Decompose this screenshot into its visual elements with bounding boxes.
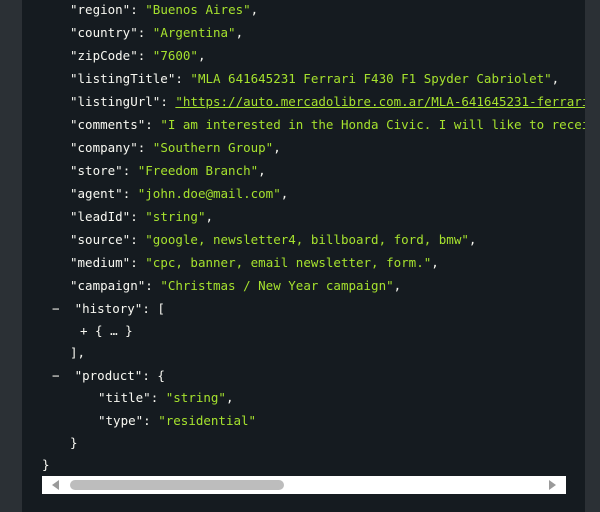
json-value: "MLA 641645231 Ferrari F430 F1 Spyder Ca… <box>190 71 552 86</box>
json-root-brace-close: } <box>42 457 50 472</box>
scroll-right-arrow-icon[interactable] <box>549 480 556 490</box>
json-value: "google, newsletter4, billboard, ford, b… <box>145 232 469 247</box>
json-line-root-close: } <box>42 456 50 474</box>
json-line-medium: "medium": "cpc, banner, email newsletter… <box>70 255 439 270</box>
json-line-campaign: "campaign": "Christmas / New Year campai… <box>70 278 402 293</box>
json-value: "7600" <box>152 48 198 63</box>
json-value: "Southern Group" <box>152 140 274 155</box>
json-value: "Christmas / New Year campaign" <box>160 278 394 293</box>
json-line-history: − "history": [ <box>52 301 165 316</box>
json-viewer: "region": "Buenos Aires", "country": "Ar… <box>22 0 585 512</box>
json-key: "title" <box>98 390 151 405</box>
listing-url-link[interactable]: "https://auto.mercadolibre.com.ar/MLA-64… <box>175 94 585 109</box>
json-key: "product" <box>74 368 143 383</box>
json-bracket-close: ], <box>70 345 86 360</box>
json-key: "listingUrl" <box>70 94 161 109</box>
json-bracket-open: [ <box>157 301 165 316</box>
json-key: "agent" <box>70 186 123 201</box>
json-line-store: "store": "Freedom Branch", <box>70 163 266 178</box>
json-line-listing-title: "listingTitle": "MLA 641645231 Ferrari F… <box>70 71 560 86</box>
json-value: "Argentina" <box>152 25 236 40</box>
json-line-region: "region": "Buenos Aires", <box>70 2 259 17</box>
json-key: "company" <box>70 140 138 155</box>
json-line-zipcode: "zipCode": "7600", <box>70 48 206 63</box>
json-value: "string" <box>145 209 206 224</box>
json-line-source: "source": "google, newsletter4, billboar… <box>70 232 477 247</box>
right-gutter <box>585 0 600 512</box>
json-line-product: − "product": { <box>52 368 165 383</box>
json-key: "leadId" <box>70 209 131 224</box>
history-item-expand-toggle[interactable]: + { … } <box>80 323 133 338</box>
horizontal-scrollbar[interactable] <box>42 476 566 494</box>
json-value: "Freedom Branch" <box>137 163 259 178</box>
json-key: "listingTitle" <box>70 71 176 86</box>
json-line-comments: "comments": "I am interested in the Hond… <box>70 116 585 134</box>
json-line-agent: "agent": "john.doe@mail.com", <box>70 186 289 201</box>
json-key: "type" <box>98 413 144 428</box>
json-line-history-close: ], <box>70 344 85 362</box>
json-line-history-item: + { … } <box>80 322 133 340</box>
json-line-company: "company": "Southern Group", <box>70 140 281 155</box>
json-brace-open: { <box>157 368 165 383</box>
json-key: "region" <box>70 2 131 17</box>
json-brace-close: } <box>70 435 78 450</box>
json-key: "comments" <box>70 117 146 132</box>
json-line-listing-url: "listingUrl": "https://auto.mercadolibre… <box>70 93 585 111</box>
json-value: "cpc, banner, email newsletter, form." <box>145 255 432 270</box>
json-key: "campaign" <box>70 278 146 293</box>
json-line-type: "type": "residential" <box>98 413 257 428</box>
json-key: "medium" <box>70 255 131 270</box>
json-key: "history" <box>74 301 143 316</box>
scrollbar-thumb[interactable] <box>70 480 284 490</box>
left-gutter <box>0 0 22 512</box>
json-key: "store" <box>70 163 123 178</box>
json-value: "I am interested in the Honda Civic. I w… <box>160 117 585 132</box>
json-value: "john.doe@mail.com" <box>137 186 281 201</box>
json-key: "country" <box>70 25 138 40</box>
json-line-lead-id: "leadId": "string", <box>70 209 214 224</box>
json-line-title: "title": "string", <box>98 390 234 405</box>
json-key: "source" <box>70 232 131 247</box>
json-key: "zipCode" <box>70 48 138 63</box>
json-line-country: "country": "Argentina", <box>70 25 244 40</box>
json-value: "Buenos Aires" <box>145 2 251 17</box>
history-collapse-toggle[interactable]: − <box>52 301 60 316</box>
json-value: "residential" <box>158 413 257 428</box>
scroll-left-arrow-icon[interactable] <box>52 480 59 490</box>
product-collapse-toggle[interactable]: − <box>52 368 60 383</box>
json-value: "string" <box>165 390 226 405</box>
json-line-product-close: } <box>70 434 78 452</box>
